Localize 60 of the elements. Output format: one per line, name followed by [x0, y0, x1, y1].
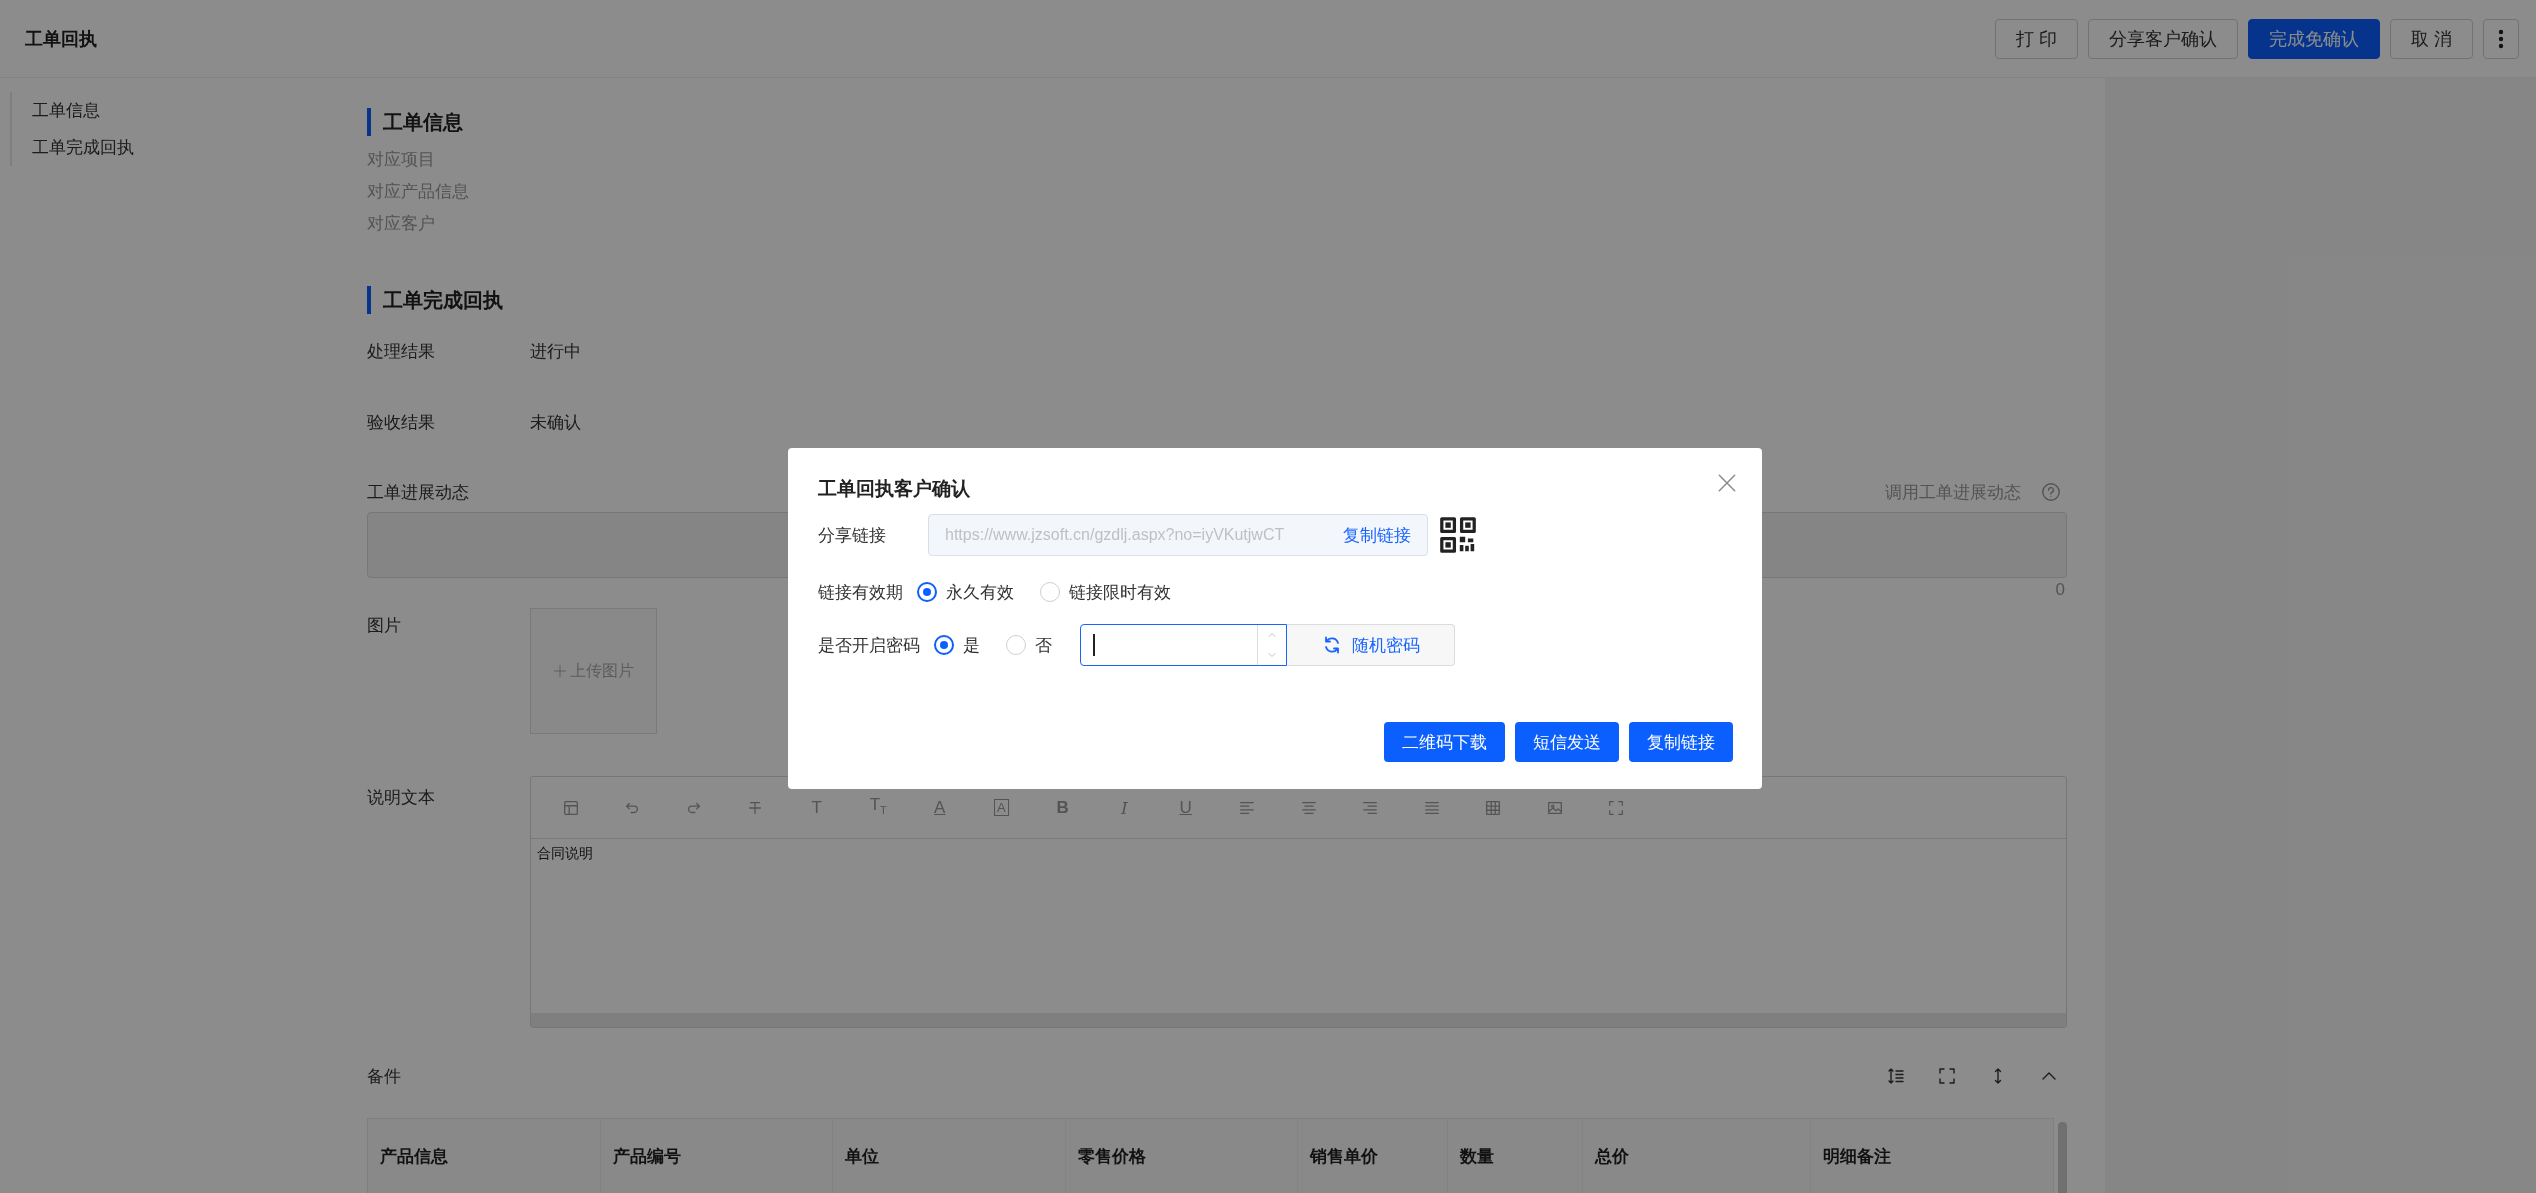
column-header: 总价 — [1583, 1119, 1811, 1193]
fullscreen-icon[interactable] — [1937, 1066, 1957, 1086]
table-icon[interactable] — [1484, 798, 1503, 817]
section-title: 工单完成回执 — [367, 286, 2067, 314]
character-count: 0 — [2055, 579, 2065, 601]
dialog-button[interactable]: 短信发送 — [1515, 722, 1619, 762]
column-header: 单位 — [833, 1119, 1066, 1193]
field-label: 链接有效期 — [818, 581, 903, 604]
field-label: 分享链接 — [818, 524, 887, 547]
password-field[interactable] — [1080, 624, 1287, 666]
field-label: 工单进展动态 — [367, 481, 470, 504]
field-label: 图片 — [367, 615, 402, 637]
fullscreen-icon[interactable] — [1607, 798, 1626, 817]
radio-label[interactable]: 否 — [1035, 633, 1052, 657]
radio-label[interactable]: 永久有效 — [946, 580, 1014, 604]
radio-label[interactable]: 链接限时有效 — [1069, 580, 1171, 604]
editor-text: 合同说明 — [537, 845, 594, 863]
radio-label[interactable]: 是 — [963, 633, 980, 657]
column-header: 销售单价 — [1298, 1119, 1448, 1193]
qr-code-icon[interactable] — [1440, 517, 1476, 553]
more-button[interactable] — [2483, 18, 2519, 59]
share-link-field[interactable]: https://www.jzsoft.cn/gzdlj.aspx?no=iyVKutjwCT 复制链接 — [928, 514, 1428, 556]
text-cursor — [1093, 634, 1095, 656]
button-label: 随机密码 — [1351, 634, 1420, 657]
field-label: 是否开启密码 — [818, 634, 920, 657]
link-url: https://www.jzsoft.cn/gzdlj.aspx?no=iyVKutjwCT — [945, 526, 1285, 544]
more-icon — [2498, 28, 2504, 49]
close-icon[interactable] — [1716, 472, 1738, 494]
field-value: 未确认 — [530, 411, 581, 434]
dialog-title: 工单回执客户确认 — [818, 477, 970, 501]
toolbar-button[interactable]: 取 消 — [2390, 18, 2473, 59]
complete-button[interactable]: 完成免确认 — [2248, 18, 2380, 59]
layout-icon[interactable] — [561, 798, 580, 817]
column-header: 明细备注 — [1822, 1145, 1892, 1168]
radio-button[interactable] — [934, 635, 954, 655]
field-label: 处理结果 — [367, 340, 436, 363]
random-password-button[interactable]: 随机密码 — [1287, 624, 1455, 666]
nav-item[interactable]: 工单信息 — [32, 92, 330, 129]
column-header: 产品信息 — [368, 1119, 601, 1193]
caret-down-icon[interactable] — [1267, 650, 1277, 660]
column-header: 产品编号 — [600, 1119, 833, 1193]
section-title: 工单信息 — [367, 108, 2067, 136]
column-header: 零售价格 — [1065, 1119, 1298, 1193]
toolbar-button[interactable]: 分享客户确认 — [2088, 18, 2238, 59]
dialog-button[interactable]: 二维码下载 — [1384, 722, 1505, 762]
toolbar-button[interactable]: 打 印 — [1994, 18, 2078, 59]
copy-link[interactable]: 复制链接 — [1343, 523, 1411, 547]
dialog-button[interactable]: 复制链接 — [1629, 722, 1733, 762]
line-height-icon[interactable] — [1886, 1066, 1906, 1086]
scrollbar[interactable] — [2058, 1122, 2067, 1193]
help-icon[interactable] — [2041, 482, 2061, 502]
radio-button[interactable] — [917, 582, 937, 602]
field-label: 验收结果 — [367, 411, 436, 434]
field-value: 进行中 — [530, 340, 581, 363]
plus-icon — [553, 664, 567, 678]
nav-item[interactable]: 工单完成回执 — [32, 129, 330, 166]
section-label: 备件 — [367, 1065, 402, 1088]
page-title: 工单回执 — [25, 27, 97, 51]
field-label: 说明文本 — [367, 787, 436, 809]
column-header: 数量 — [1448, 1119, 1583, 1193]
